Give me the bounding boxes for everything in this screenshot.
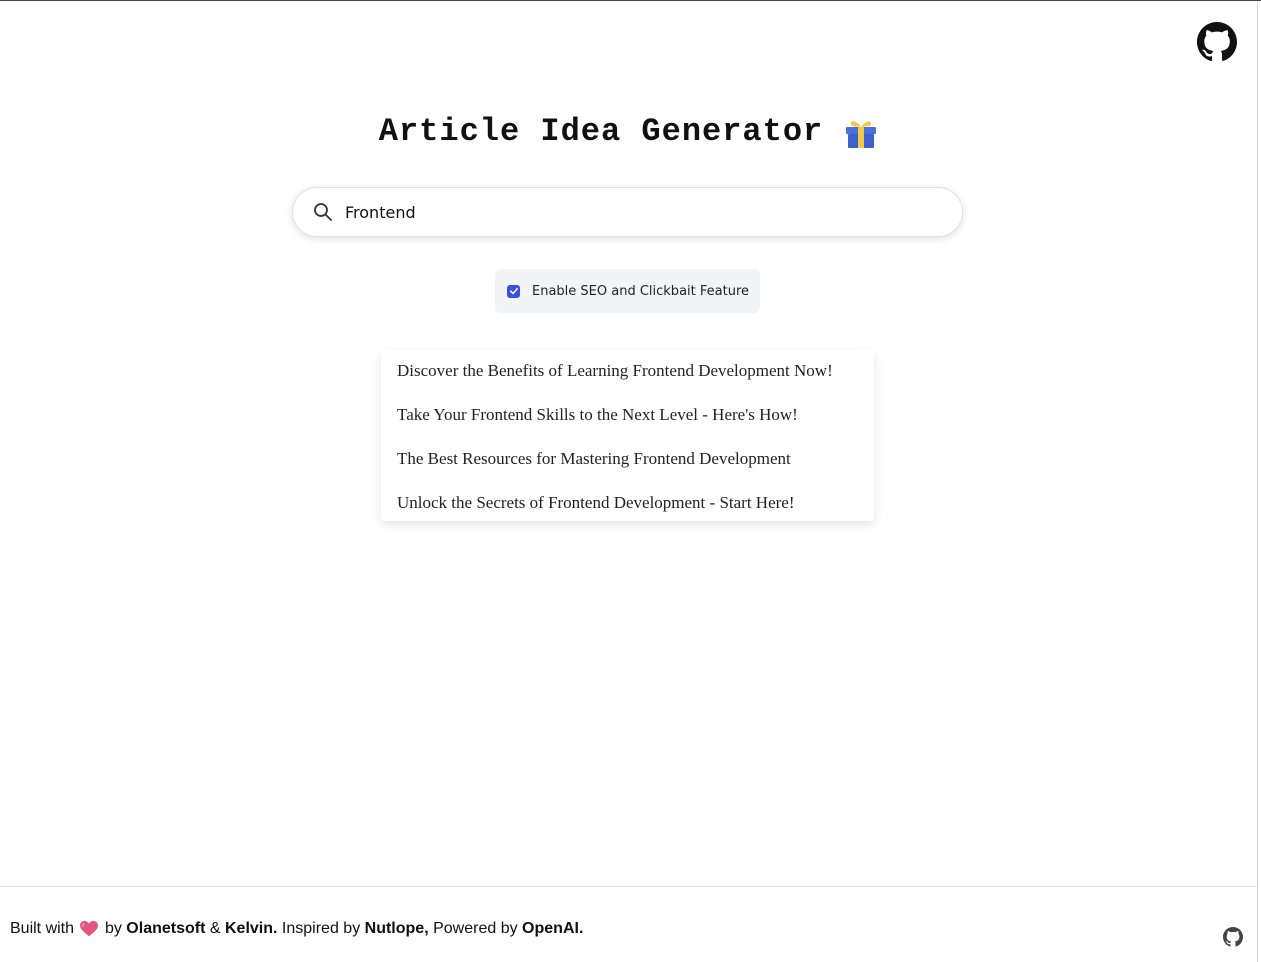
gift-icon [846,120,877,148]
footer-built-with: Built with [10,920,75,937]
search-icon [314,203,332,221]
heart-icon [80,920,99,937]
footer: Built with by Olanetsoft & Kelvin. Inspi… [10,920,583,938]
footer-inspired: Inspired by [281,920,361,937]
result-item[interactable]: The Best Resources for Mastering Fronten… [381,448,874,492]
footer-powered-openai[interactable]: OpenAI. [522,920,583,938]
footer-powered: Powered by [433,920,518,937]
github-icon [1197,22,1237,62]
search-bar[interactable] [292,187,963,237]
result-item[interactable]: Unlock the Secrets of Frontend Developme… [381,492,874,536]
page-title: Article Idea Generator [378,113,824,150]
footer-by: by [104,920,122,937]
github-icon [1223,927,1243,947]
github-link[interactable] [1197,22,1237,62]
footer-amp: & [209,920,221,937]
seo-checkbox[interactable] [507,284,520,298]
checkmark-icon [509,287,518,295]
footer-inspiration-nutlope[interactable]: Nutlope, [365,920,429,938]
footer-divider [0,886,1258,887]
header: Article Idea Generator [0,113,1258,150]
footer-author-kelvin[interactable]: Kelvin. [225,920,277,938]
results-list: Discover the Benefits of Learning Fronte… [381,350,874,521]
footer-github-link[interactable] [1223,927,1243,947]
result-item[interactable]: Discover the Benefits of Learning Fronte… [381,360,874,404]
footer-author-olanetsoft[interactable]: Olanetsoft [126,920,205,938]
seo-label: Enable SEO and Clickbait Feature [532,283,749,299]
result-item[interactable]: Take Your Frontend Skills to the Next Le… [381,404,874,448]
search-input[interactable] [345,197,905,227]
seo-toggle[interactable]: Enable SEO and Clickbait Feature [495,269,760,313]
